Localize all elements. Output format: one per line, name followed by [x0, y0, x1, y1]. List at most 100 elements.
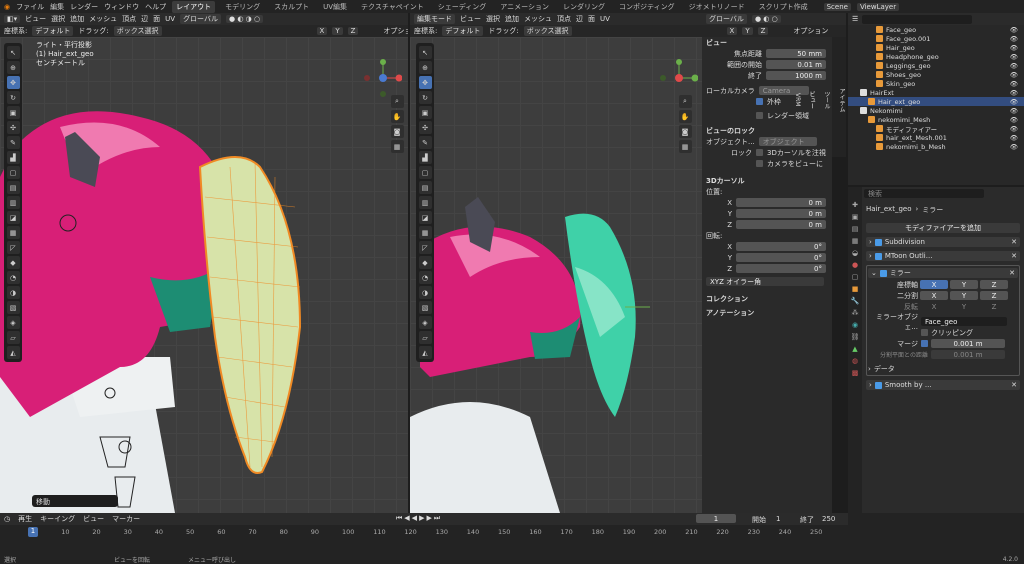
viewlayer-selector[interactable]: ViewLayer — [856, 2, 900, 11]
blender-logo-icon[interactable]: ◉ — [4, 3, 10, 11]
tab-item[interactable]: アイテム — [837, 88, 846, 112]
merge-checkbox[interactable] — [921, 340, 928, 347]
menu-file[interactable]: ファイル — [16, 2, 44, 12]
left-menu-select[interactable]: 選択 — [51, 14, 65, 24]
cursor-loc-y-field[interactable]: 0 m — [736, 209, 826, 218]
timeline-ruler[interactable]: 0102030405060708090100110120130140150160… — [0, 513, 848, 553]
view-layer-icon[interactable]: ▦ — [852, 237, 859, 245]
left-menu-add[interactable]: 追加 — [70, 14, 84, 24]
left-menu-edge[interactable]: 辺 — [141, 14, 148, 24]
right-select-mode[interactable]: ボックス選択 — [523, 26, 572, 36]
left-orientation-dropdown[interactable]: グローバル — [180, 14, 221, 24]
outliner-row[interactable]: HairExt 👁 — [848, 88, 1024, 97]
bevel-tool-icon[interactable]: ◪ — [6, 211, 20, 224]
lock-section-title[interactable]: ビューのロック — [706, 126, 755, 136]
edge-slide-tool-icon[interactable]: ▧ — [6, 301, 20, 314]
camera-view-icon[interactable]: ◙ — [390, 125, 404, 138]
cursor-rot-x-field[interactable]: 0° — [736, 242, 826, 251]
cursor-loc-x-field[interactable]: 0 m — [736, 198, 826, 207]
data-subpanel[interactable]: データ — [874, 364, 895, 374]
modifier-smooth[interactable]: › Smooth by ... ✕ — [866, 380, 1020, 390]
modifier-mtoon[interactable]: › MToon Outli... ✕ — [866, 251, 1020, 261]
constraints-icon[interactable]: ⛓ — [851, 333, 860, 341]
lock-object-field[interactable]: オブジェクト — [758, 137, 817, 146]
modifier-close-icon[interactable]: ✕ — [1011, 381, 1017, 389]
editor-type-button[interactable]: ◧▾ — [4, 15, 21, 23]
visibility-eye-icon[interactable]: 👁 — [1010, 134, 1018, 142]
cursor-section-title[interactable]: 3Dカーソル — [706, 176, 745, 186]
right-menu-edge[interactable]: 辺 — [576, 14, 583, 24]
visibility-eye-icon[interactable]: 👁 — [1010, 62, 1018, 70]
outliner-row[interactable]: Face_geo 👁 — [848, 25, 1024, 34]
right-orientation-dropdown[interactable]: グローバル — [706, 14, 747, 24]
data-props-icon[interactable]: ▲ — [852, 345, 857, 353]
rip-tool-icon[interactable]: ◭ — [418, 346, 432, 359]
left-coord-dropdown[interactable]: デフォルト — [32, 26, 74, 36]
right-axis-z[interactable]: Z — [757, 27, 769, 35]
cursor-rot-y-field[interactable]: 0° — [736, 253, 826, 262]
left-shading-buttons[interactable]: ● ◐ ◑ ○ — [226, 15, 264, 23]
rotate-tool-icon[interactable]: ↻ — [6, 91, 20, 104]
visibility-eye-icon[interactable]: 👁 — [1010, 125, 1018, 133]
outliner-row[interactable]: Nekomimi 👁 — [848, 106, 1024, 115]
smooth-tool-icon[interactable]: ◑ — [6, 286, 20, 299]
edge-slide-tool-icon[interactable]: ▧ — [418, 301, 432, 314]
current-frame-marker[interactable]: 1 — [28, 527, 38, 537]
tab-rendering[interactable]: レンダリング — [559, 1, 609, 13]
inset-tool-icon[interactable]: ▥ — [418, 196, 432, 209]
outliner-row[interactable]: Shoes_geo 👁 — [848, 70, 1024, 79]
output-props-icon[interactable]: ▤ — [852, 225, 859, 233]
visibility-eye-icon[interactable]: 👁 — [1010, 107, 1018, 115]
visibility-eye-icon[interactable]: 👁 — [1010, 80, 1018, 88]
right-menu-uv[interactable]: UV — [600, 15, 610, 23]
select-tool-icon[interactable]: ↖ — [6, 46, 20, 59]
select-tool-icon[interactable]: ↖ — [418, 46, 432, 59]
scene-selector[interactable]: Scene — [823, 2, 851, 11]
modifier-close-icon[interactable]: ✕ — [1009, 269, 1015, 277]
view-section-title[interactable]: ビュー — [706, 38, 727, 48]
polybuild-tool-icon[interactable]: ◆ — [418, 256, 432, 269]
visibility-eye-icon[interactable]: 👁 — [1010, 26, 1018, 34]
visibility-eye-icon[interactable]: 👁 — [1010, 89, 1018, 97]
ortho-grid-icon[interactable]: ▦ — [678, 140, 692, 153]
tab-shading[interactable]: シェーディング — [434, 1, 491, 13]
left-axis-z[interactable]: Z — [347, 27, 359, 35]
measure-tool-icon[interactable]: ▟ — [6, 151, 20, 164]
texture-props-icon[interactable]: ▩ — [852, 369, 859, 377]
right-menu-add[interactable]: 追加 — [505, 14, 519, 24]
tab-animation[interactable]: アニメーション — [496, 1, 553, 13]
right-menu-view[interactable]: ビュー — [460, 14, 481, 24]
extrude-tool-icon[interactable]: ▤ — [418, 181, 432, 194]
outliner-row[interactable]: Leggings_geo 👁 — [848, 61, 1024, 70]
loopcut-tool-icon[interactable]: ▦ — [6, 226, 20, 239]
rip-tool-icon[interactable]: ◭ — [6, 346, 20, 359]
last-operator-panel[interactable]: 移動 — [32, 495, 118, 507]
visibility-eye-icon[interactable]: 👁 — [1010, 143, 1018, 151]
annotation-section[interactable]: アノテーション — [706, 308, 754, 318]
material-props-icon[interactable]: ◍ — [852, 357, 858, 365]
smooth-tool-icon[interactable]: ◑ — [418, 286, 432, 299]
tab-sculpt[interactable]: スカルプト — [270, 1, 313, 13]
add-cube-tool-icon[interactable]: ▢ — [6, 166, 20, 179]
tab-vrm[interactable]: VRM — [794, 93, 801, 106]
right-shading-buttons[interactable]: ● ◐ ○ — [751, 15, 781, 23]
outliner-row[interactable]: Headphone_geo 👁 — [848, 52, 1024, 61]
right-menu-vertex[interactable]: 頂点 — [557, 14, 571, 24]
outliner-row[interactable]: Hair_geo 👁 — [848, 43, 1024, 52]
menu-edit[interactable]: 編集 — [50, 2, 64, 12]
flip-axis-y[interactable]: Y — [950, 303, 978, 311]
extrude-tool-icon[interactable]: ▤ — [6, 181, 20, 194]
visibility-eye-icon[interactable]: 👁 — [1010, 116, 1018, 124]
outliner-row[interactable]: Hair_ext_geo 👁 — [848, 97, 1024, 106]
modifier-close-icon[interactable]: ✕ — [1011, 252, 1017, 260]
render-region-checkbox[interactable] — [756, 112, 763, 119]
tab-texture-paint[interactable]: テクスチャペイント — [357, 1, 428, 13]
menu-window[interactable]: ウィンドウ — [104, 2, 139, 12]
bisect-axis-z[interactable]: Z — [980, 291, 1008, 300]
camera-view-icon[interactable]: ◙ — [678, 125, 692, 138]
render-props-icon[interactable]: ▣ — [852, 213, 859, 221]
rotate-tool-icon[interactable]: ↻ — [418, 91, 432, 104]
pan-hand-icon[interactable]: ✋ — [390, 110, 404, 123]
add-cube-tool-icon[interactable]: ▢ — [418, 166, 432, 179]
modifier-props-icon[interactable]: 🔧 — [851, 297, 860, 305]
